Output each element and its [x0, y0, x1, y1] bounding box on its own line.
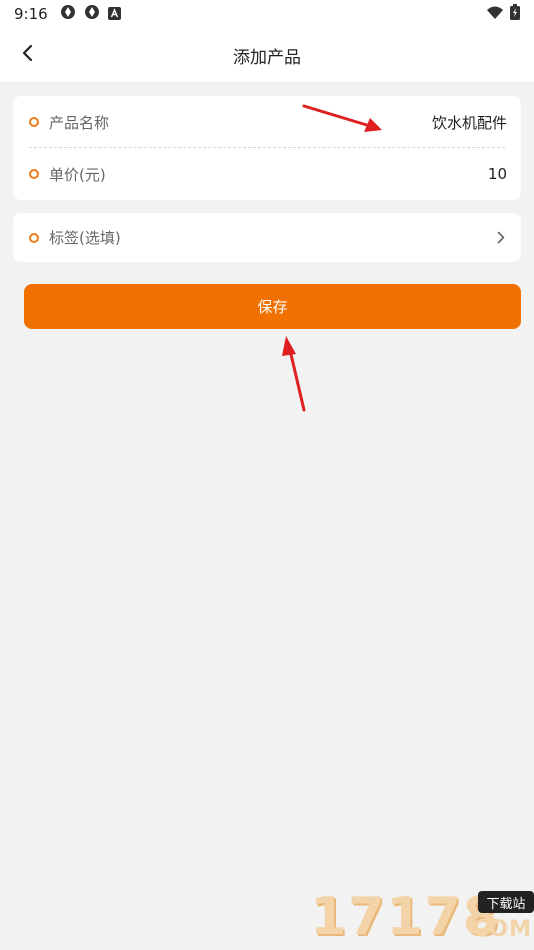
battery-charging-icon — [510, 4, 520, 24]
app-header: 添加产品 — [0, 28, 534, 82]
product-name-row[interactable]: 产品名称 饮水机配件 — [13, 96, 521, 148]
product-name-label: 产品名称 — [49, 113, 110, 132]
page-title: 添加产品 — [233, 47, 301, 68]
wifi-icon — [486, 5, 504, 24]
unit-price-input[interactable]: 10 — [488, 165, 507, 183]
watermark-badge: 下载站 — [478, 891, 534, 913]
bullet-dot-icon — [29, 232, 39, 243]
tags-card: 标签(选填) — [13, 213, 521, 262]
status-time: 9:16 — [14, 5, 48, 23]
save-button[interactable]: 保存 — [24, 284, 521, 329]
unit-price-label: 单价(元) — [49, 165, 106, 184]
unit-price-row[interactable]: 单价(元) 10 — [13, 148, 521, 200]
bullet-dot-icon — [29, 117, 39, 127]
chevron-right-icon — [495, 230, 507, 246]
bullet-dot-icon — [29, 169, 39, 179]
annotation-arrow-right-icon — [302, 104, 382, 132]
chevron-left-icon — [21, 44, 33, 66]
watermark-logo: 17178 下载站 COM — [310, 887, 534, 950]
notification-icons — [60, 4, 121, 24]
a-app-icon — [107, 5, 121, 24]
system-icons — [486, 4, 520, 24]
aperture-icon — [60, 4, 76, 24]
product-info-card: 产品名称 饮水机配件 单价(元) 10 — [13, 96, 521, 200]
aperture-icon-2 — [84, 4, 100, 24]
status-bar: 9:16 — [0, 0, 534, 28]
screen: 9:16 添加产品 产品名称 饮水机配件 单价(元) 10 标签(选填) 保存 … — [0, 0, 534, 950]
tags-label: 标签(选填) — [49, 229, 121, 247]
product-name-input[interactable]: 饮水机配件 — [432, 112, 507, 133]
back-button[interactable] — [12, 40, 42, 70]
watermark-suffix: COM — [472, 917, 532, 942]
tags-row[interactable]: 标签(选填) — [13, 213, 521, 262]
annotation-arrow-up-icon — [282, 336, 306, 412]
